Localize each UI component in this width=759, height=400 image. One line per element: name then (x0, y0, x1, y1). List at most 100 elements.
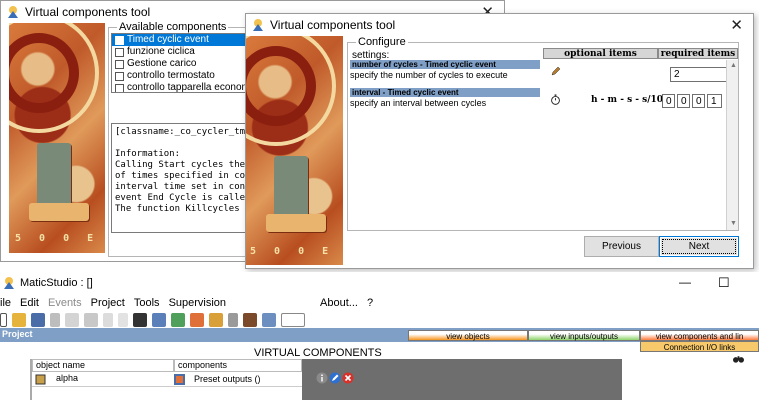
view-objects-tab[interactable]: view objects (408, 330, 528, 341)
edit-icon[interactable] (329, 372, 341, 384)
redo-icon[interactable] (118, 313, 128, 327)
interval-hours-input[interactable]: 0 (662, 94, 675, 108)
object-icon (35, 374, 46, 385)
app-icon (8, 6, 18, 18)
number-of-cycles-title: number of cycles - Timed cyclic event (350, 60, 540, 69)
checkbox[interactable] (115, 83, 124, 92)
connection-io-links-tab[interactable]: Connection I/O links (640, 341, 759, 352)
monitor-icon[interactable] (262, 313, 276, 327)
menu-edit[interactable]: Edit (20, 297, 39, 309)
maticstudio-titlebar: MaticStudio : [] — ☐ (0, 272, 759, 294)
interval-format-label: h - m - s - s/10 (591, 95, 664, 105)
list-item-label: funzione ciclica (127, 46, 195, 57)
info-line (115, 138, 247, 149)
printer-icon[interactable] (228, 313, 238, 327)
menu-about[interactable]: About... (320, 297, 358, 309)
front-window-close-button[interactable]: ✕ (730, 16, 743, 34)
bug-icon[interactable] (243, 313, 257, 327)
interval-tenths-input[interactable]: 1 (707, 94, 722, 108)
previous-button[interactable]: Previous (584, 236, 659, 257)
stopwatch-icon (551, 94, 560, 105)
list-item[interactable]: Gestione carico (112, 58, 250, 70)
settings-vertical-scrollbar[interactable]: ▲ ▼ (726, 60, 738, 230)
toolbar (0, 312, 310, 328)
cut-icon[interactable] (50, 313, 60, 327)
optional-items-header: optional items (543, 48, 658, 59)
settings-pane: settings: optional items required items … (348, 48, 738, 230)
menu-events[interactable]: Events (48, 297, 82, 309)
paste-icon[interactable] (84, 313, 98, 327)
required-items-header: required items (658, 48, 738, 59)
binoculars-icon[interactable] (133, 313, 147, 327)
next-button[interactable]: Next (659, 236, 739, 257)
pencil-icon (551, 66, 561, 76)
list-item[interactable]: controllo tapparella economica (112, 82, 251, 93)
component-info-text: [classname:_co_cycler_tmp Information: Cal… (111, 123, 251, 233)
cycles-count-input[interactable]: 2 (670, 67, 728, 82)
info-line: interval time set in conf (115, 182, 251, 192)
new-file-icon[interactable] (0, 313, 7, 327)
interval-seconds-input[interactable]: 0 (692, 94, 705, 108)
scroll-up-arrow-icon[interactable]: ▲ (730, 62, 737, 69)
checkbox[interactable] (115, 71, 124, 81)
back-window-title: Virtual components tool (25, 5, 151, 19)
binoculars-icon[interactable] (733, 354, 744, 364)
info-line: Information: (115, 149, 181, 159)
copy-icon[interactable] (65, 313, 79, 327)
component-cell: Preset outputs () (194, 374, 261, 384)
upload-icon[interactable] (171, 313, 185, 327)
checkbox[interactable] (115, 47, 124, 57)
view-components-tab[interactable]: view components and lin (640, 330, 759, 341)
minimize-button[interactable]: — (679, 275, 691, 289)
palette-icon[interactable] (190, 313, 204, 327)
scroll-down-arrow-icon[interactable]: ▼ (730, 220, 737, 227)
info-icon[interactable] (316, 372, 328, 384)
edit-icon[interactable] (209, 313, 223, 327)
info-line: of times specified in con (115, 171, 251, 181)
front-decorative-photo: 5 0 0 E (246, 36, 343, 265)
list-item-label: controllo termostato (127, 70, 215, 81)
table-row[interactable]: alpha Preset outputs () (32, 372, 302, 387)
app-icon (253, 19, 263, 31)
list-item-label: controllo tapparella economica (127, 82, 251, 93)
menu-file[interactable]: ile (0, 297, 11, 309)
menu-project[interactable]: Project (91, 297, 125, 309)
open-folder-icon[interactable] (12, 313, 26, 327)
save-disk-icon[interactable] (31, 313, 45, 327)
virtual-components-title: VIRTUAL COMPONENTS (254, 347, 382, 359)
checkbox[interactable] (115, 59, 124, 69)
interval-minutes-input[interactable]: 0 (677, 94, 690, 108)
components-listbox[interactable]: Timed cyclic event funzione ciclica Gestio… (111, 33, 251, 93)
list-item[interactable]: controllo termostato (112, 70, 250, 82)
menu-bar: ile Edit Events Project Tools Supervisio… (0, 297, 382, 309)
users-icon[interactable] (152, 313, 166, 327)
list-item-label: Gestione carico (127, 58, 197, 69)
interval-desc: specify an interval between cycles (350, 98, 487, 108)
delete-icon[interactable] (342, 372, 354, 384)
list-item[interactable]: Timed cyclic event (112, 34, 250, 46)
list-item-label: Timed cyclic event (127, 34, 209, 45)
component-type-icon (174, 374, 185, 385)
network-icon[interactable] (281, 313, 305, 327)
object-name-cell: alpha (56, 373, 79, 383)
list-item[interactable]: funzione ciclica (112, 46, 250, 58)
view-inputs-outputs-tab[interactable]: view inputs/outputs (528, 330, 640, 341)
maticstudio-title: MaticStudio : [] (20, 277, 93, 289)
menu-help[interactable]: ? (367, 297, 373, 309)
interval-title: interval - Timed cyclic event (350, 88, 540, 97)
menu-tools[interactable]: Tools (134, 297, 160, 309)
front-virtual-components-window: Virtual components tool ✕ 5 0 0 E Config… (245, 13, 754, 269)
undo-icon[interactable] (103, 313, 113, 327)
row-action-icons (316, 372, 354, 384)
back-decorative-photo: 5 0 0 E (9, 23, 105, 253)
configure-legend: Configure (356, 36, 408, 48)
info-line: event End Cycle is called (115, 193, 251, 203)
maticstudio-window: MaticStudio : [] — ☐ ile Edit Events Pro… (0, 272, 759, 400)
object-name-header: object name (32, 359, 174, 372)
menu-supervision[interactable]: Supervision (169, 297, 226, 309)
components-header: components (174, 359, 302, 372)
checkbox[interactable] (115, 35, 124, 45)
number-of-cycles-desc: specify the number of cycles to execute (350, 70, 508, 80)
maximize-button[interactable]: ☐ (718, 275, 730, 291)
front-window-titlebar: Virtual components tool ✕ (246, 14, 753, 36)
